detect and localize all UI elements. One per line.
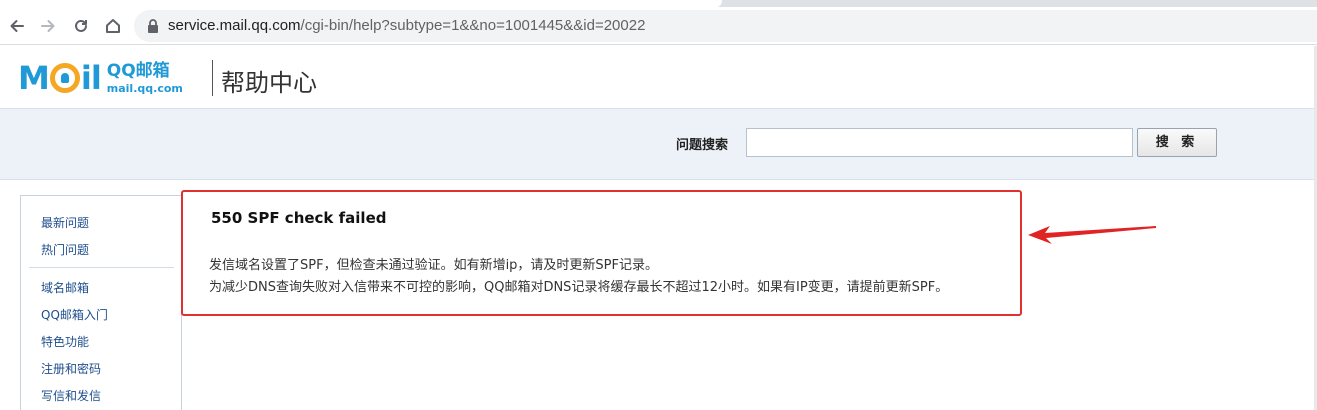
browser-toolbar: service.mail.qq.com/cgi-bin/help?subtype… xyxy=(0,7,1317,45)
answer-panel: 550 SPF check failed 发信域名设置了SPF，但检查未通过验证… xyxy=(181,190,1022,316)
answer-title: 550 SPF check failed xyxy=(211,209,387,227)
url-host: service.mail.qq.com xyxy=(168,17,301,34)
logo-wordmark: M il xyxy=(18,59,102,97)
logo-letters-il: il xyxy=(80,59,102,97)
back-button[interactable] xyxy=(6,15,28,37)
url-path: /cgi-bin/help?subtype=1&&no=1001445&&id=… xyxy=(300,17,646,34)
sidebar-divider xyxy=(29,267,174,268)
sidebar: 最新问题 热门问题 域名邮箱 QQ邮箱入门 特色功能 注册和密码 写信和发信 xyxy=(20,195,182,410)
sidebar-item-hot[interactable]: 热门问题 xyxy=(41,241,89,258)
sidebar-item-latest[interactable]: 最新问题 xyxy=(41,214,89,231)
logo-cn: QQ邮箱 xyxy=(106,60,170,81)
back-icon xyxy=(10,20,24,32)
answer-line-2: 为减少DNS查询失败对入信带来不可控的影响，QQ邮箱对DNS记录将缓存最长不超过… xyxy=(209,280,949,295)
search-label: 问题搜索 xyxy=(676,138,729,153)
search-band: 问题搜索 搜 索 xyxy=(0,108,1314,180)
search-button[interactable]: 搜 索 xyxy=(1137,128,1217,157)
sidebar-item-compose-send[interactable]: 写信和发信 xyxy=(41,387,101,404)
reload-button[interactable] xyxy=(70,15,92,37)
search-input[interactable] xyxy=(746,128,1133,157)
answer-line-1: 发信域名设置了SPF，但检查未通过验证。如有新增ip，请及时更新SPF记录。 xyxy=(209,258,659,273)
sidebar-item-register-password[interactable]: 注册和密码 xyxy=(41,360,101,377)
page-title: 帮助中心 xyxy=(221,69,317,97)
sidebar-item-getting-started[interactable]: QQ邮箱入门 xyxy=(41,306,108,323)
url-text[interactable]: service.mail.qq.com/cgi-bin/help?subtype… xyxy=(168,17,645,34)
logo-subtitle: QQ邮箱 mail.qq.com xyxy=(106,60,183,95)
sidebar-item-domain-mail[interactable]: 域名邮箱 xyxy=(41,279,89,296)
site-header: M il QQ邮箱 mail.qq.com 帮助中心 xyxy=(0,46,1314,108)
lock-icon[interactable] xyxy=(146,18,160,34)
logo-penguin-o xyxy=(49,63,80,93)
logo-en: mail.qq.com xyxy=(106,81,183,95)
forward-button[interactable] xyxy=(37,15,59,37)
page-content: M il QQ邮箱 mail.qq.com 帮助中心 问题搜索 搜 索 最新问题… xyxy=(0,46,1314,410)
home-icon xyxy=(106,19,120,33)
reload-icon xyxy=(75,19,87,32)
address-bar[interactable]: service.mail.qq.com/cgi-bin/help?subtype… xyxy=(134,10,1317,42)
header-divider xyxy=(212,60,213,96)
logo-letter-m: M xyxy=(18,59,50,97)
qq-mail-logo[interactable]: M il QQ邮箱 mail.qq.com xyxy=(18,58,183,98)
red-arrow-annotation xyxy=(1028,226,1156,244)
tab-strip xyxy=(0,0,1317,7)
sidebar-item-features[interactable]: 特色功能 xyxy=(41,333,89,350)
active-tab-edge xyxy=(0,0,722,7)
home-button[interactable] xyxy=(102,15,124,37)
forward-icon xyxy=(41,20,55,32)
